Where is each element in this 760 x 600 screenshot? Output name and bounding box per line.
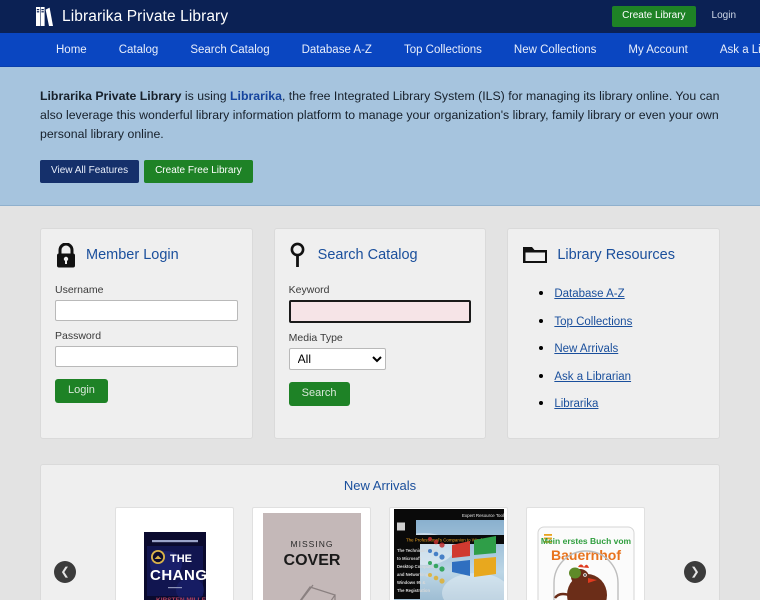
media-type-label: Media Type xyxy=(288,332,343,344)
svg-text:COVER: COVER xyxy=(283,552,340,569)
create-free-library-button[interactable]: Create Free Library xyxy=(144,160,253,183)
search-catalog-title: Search Catalog xyxy=(317,247,418,263)
login-submit-button[interactable]: Login xyxy=(55,379,108,403)
hero-banner: Librarika Private Library is using Libra… xyxy=(0,67,760,206)
hero-buttons: View All Features Create Free Library xyxy=(40,160,720,183)
magnifier-icon xyxy=(290,242,305,267)
book-cover-missing: MISSING COVER xyxy=(262,512,361,600)
member-login-panel: Member Login Username Password Login xyxy=(40,228,253,439)
book-cover-the-change: THE CHANGE KIRSTEN MILLER xyxy=(143,532,206,600)
book-card[interactable]: Mein erstes Buch vom Bauernhof arsEditio xyxy=(526,506,645,600)
nav-item-ask-a-librarian[interactable]: Ask a Librarian? xyxy=(704,33,760,67)
top-bar: Librarika Private Library Create Library… xyxy=(0,0,760,33)
search-catalog-panel: Search Catalog Keyword Media Type All Se… xyxy=(273,228,487,439)
nav-item-home[interactable]: Home xyxy=(40,33,103,67)
main-navigation: Home Catalog Search Catalog Database A-Z… xyxy=(0,33,760,67)
svg-text:MISSING: MISSING xyxy=(290,539,333,549)
top-bar-actions: Create Library Login xyxy=(612,6,746,27)
list-item: Librarika xyxy=(554,394,705,412)
nav-item-top-collections[interactable]: Top Collections xyxy=(388,33,498,67)
svg-text:Desktop Computing: Desktop Computing xyxy=(397,564,437,569)
password-label: Password xyxy=(55,330,102,342)
list-item: Top Collections xyxy=(554,312,705,330)
view-all-features-button[interactable]: View All Features xyxy=(40,160,140,183)
book-card[interactable]: MISSING COVER xyxy=(252,506,371,600)
library-resources-header: Library Resources xyxy=(522,242,705,268)
svg-text:to Microsoft: to Microsoft xyxy=(397,556,422,561)
library-resources-list: Database A-Z Top Collections New Arrival… xyxy=(522,284,705,412)
list-item: Ask a Librarian xyxy=(554,367,705,385)
svg-text:Mein erstes Buch vom: Mein erstes Buch vom xyxy=(540,536,631,546)
nav-item-database-az[interactable]: Database A-Z xyxy=(286,33,388,67)
svg-text:and Networking: and Networking xyxy=(397,572,429,577)
book-cover-windows-95-resource-kit: Expert Resource Tools The Professional's… xyxy=(393,508,504,600)
folder-icon xyxy=(523,247,548,263)
member-login-title: Member Login xyxy=(86,247,179,263)
username-label: Username xyxy=(55,284,104,296)
lock-icon xyxy=(57,242,75,267)
svg-text:The Technical Guide: The Technical Guide xyxy=(397,548,438,553)
book-cover-bauernhof: Mein erstes Buch vom Bauernhof arsEditio xyxy=(533,520,638,600)
resource-link-librarika[interactable]: Librarika xyxy=(554,398,598,410)
keyword-label: Keyword xyxy=(288,284,330,296)
new-arrivals-title: New Arrivals xyxy=(343,477,417,493)
list-item: Database A-Z xyxy=(554,284,705,302)
svg-text:CHANGE: CHANGE xyxy=(150,567,206,584)
password-input[interactable] xyxy=(55,346,238,367)
svg-text:Expert Resource Tools: Expert Resource Tools xyxy=(462,513,504,518)
keyword-input[interactable] xyxy=(288,300,472,323)
resource-link-database-az[interactable]: Database A-Z xyxy=(554,288,624,300)
list-item: New Arrivals xyxy=(554,339,705,357)
search-submit-button[interactable]: Search xyxy=(288,382,350,406)
site-title: Librarika Private Library xyxy=(62,7,229,25)
library-resources-panel: Library Resources Database A-Z Top Colle… xyxy=(507,228,721,439)
chevron-left-icon[interactable]: ❮ xyxy=(54,560,76,583)
nav-item-catalog[interactable]: Catalog xyxy=(103,33,175,67)
member-login-header: Member Login xyxy=(55,242,238,268)
login-button-top[interactable]: Login xyxy=(702,6,746,27)
new-arrivals-carousel: New Arrivals ❮ ❯ THE CHANGE KIRSTEN MILL… xyxy=(40,463,720,600)
book-card[interactable]: Expert Resource Tools The Professional's… xyxy=(389,506,508,600)
hero-text-part1: is using xyxy=(181,89,231,103)
media-type-select[interactable]: All xyxy=(288,348,386,370)
svg-text:Bauernhof: Bauernhof xyxy=(551,547,621,563)
search-catalog-header: Search Catalog xyxy=(289,242,472,268)
brand[interactable]: Librarika Private Library xyxy=(36,7,228,26)
books-shelf-icon xyxy=(36,7,53,26)
chevron-right-icon[interactable]: ❯ xyxy=(684,560,706,583)
resource-link-ask-a-librarian[interactable]: Ask a Librarian xyxy=(554,371,631,383)
nav-item-search-catalog[interactable]: Search Catalog xyxy=(174,33,285,67)
book-card[interactable]: THE CHANGE KIRSTEN MILLER xyxy=(115,506,234,600)
library-resources-title: Library Resources xyxy=(557,247,676,263)
resource-link-top-collections[interactable]: Top Collections xyxy=(554,316,632,328)
nav-item-my-account[interactable]: My Account xyxy=(612,33,703,67)
create-library-button[interactable]: Create Library xyxy=(612,6,696,27)
nav-item-new-collections[interactable]: New Collections xyxy=(498,33,612,67)
svg-text:THE: THE xyxy=(170,553,192,565)
hero-description: Librarika Private Library is using Libra… xyxy=(40,87,720,144)
hero-org-name: Librarika Private Library xyxy=(40,89,182,103)
carousel-track: THE CHANGE KIRSTEN MILLER MISSING COVER xyxy=(41,506,719,600)
svg-text:Windows 95 &: Windows 95 & xyxy=(397,580,425,585)
librarika-link[interactable]: Librarika xyxy=(230,89,282,103)
svg-text:The Registration: The Registration xyxy=(397,588,430,593)
panels-row: Member Login Username Password Login Sea… xyxy=(0,206,760,439)
username-input[interactable] xyxy=(55,300,238,321)
resource-link-new-arrivals[interactable]: New Arrivals xyxy=(554,343,618,355)
